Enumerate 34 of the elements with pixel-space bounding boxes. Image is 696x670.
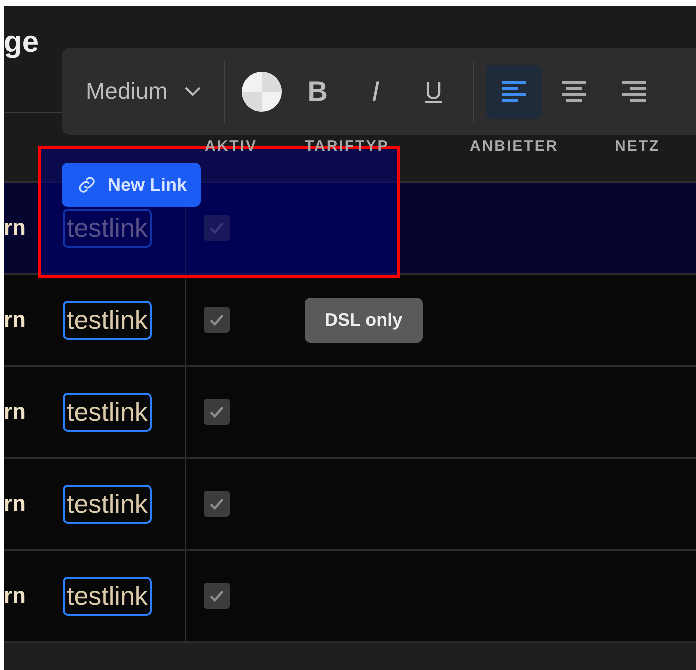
column-header: ANBIETER	[470, 138, 559, 155]
tariff-badge: DSL only	[305, 298, 423, 342]
table-row[interactable]: rn testlink	[4, 459, 696, 551]
table-row[interactable]: rn testlink	[4, 551, 696, 643]
table-cell: rn	[4, 491, 26, 517]
chevron-down-icon	[184, 86, 202, 98]
align-left-button[interactable]	[486, 64, 542, 118]
table-row[interactable]: rn testlink DSL only	[4, 275, 696, 367]
checkbox[interactable]	[204, 307, 230, 333]
checkbox[interactable]	[204, 583, 230, 609]
align-center-icon	[560, 80, 587, 102]
table-row[interactable]: rn testlink	[4, 367, 696, 459]
page-title: ge	[4, 26, 40, 60]
bold-button[interactable]: B	[290, 64, 345, 118]
italic-button[interactable]: I	[348, 64, 403, 118]
new-link-button[interactable]: New Link	[62, 163, 202, 207]
table-cell: rn	[4, 215, 26, 241]
link-text[interactable]: testlink	[63, 484, 152, 524]
link-text[interactable]: testlink	[63, 392, 152, 432]
link-text[interactable]: testlink	[63, 576, 152, 616]
align-left-icon	[500, 80, 527, 102]
table-cell: rn	[4, 307, 26, 333]
link-text[interactable]: testlink	[63, 300, 152, 340]
table-cell: rn	[4, 399, 26, 425]
font-weight-dropdown[interactable]: Medium	[76, 64, 212, 118]
link-icon	[76, 174, 98, 196]
checkbox[interactable]	[204, 491, 230, 517]
align-right-icon	[620, 80, 647, 102]
table-cell: rn	[4, 583, 26, 609]
checkbox[interactable]	[204, 399, 230, 425]
checkbox[interactable]	[204, 215, 230, 241]
column-header: NETZ	[615, 138, 660, 155]
underline-button[interactable]: U	[406, 64, 461, 118]
color-picker-icon[interactable]	[240, 70, 283, 112]
